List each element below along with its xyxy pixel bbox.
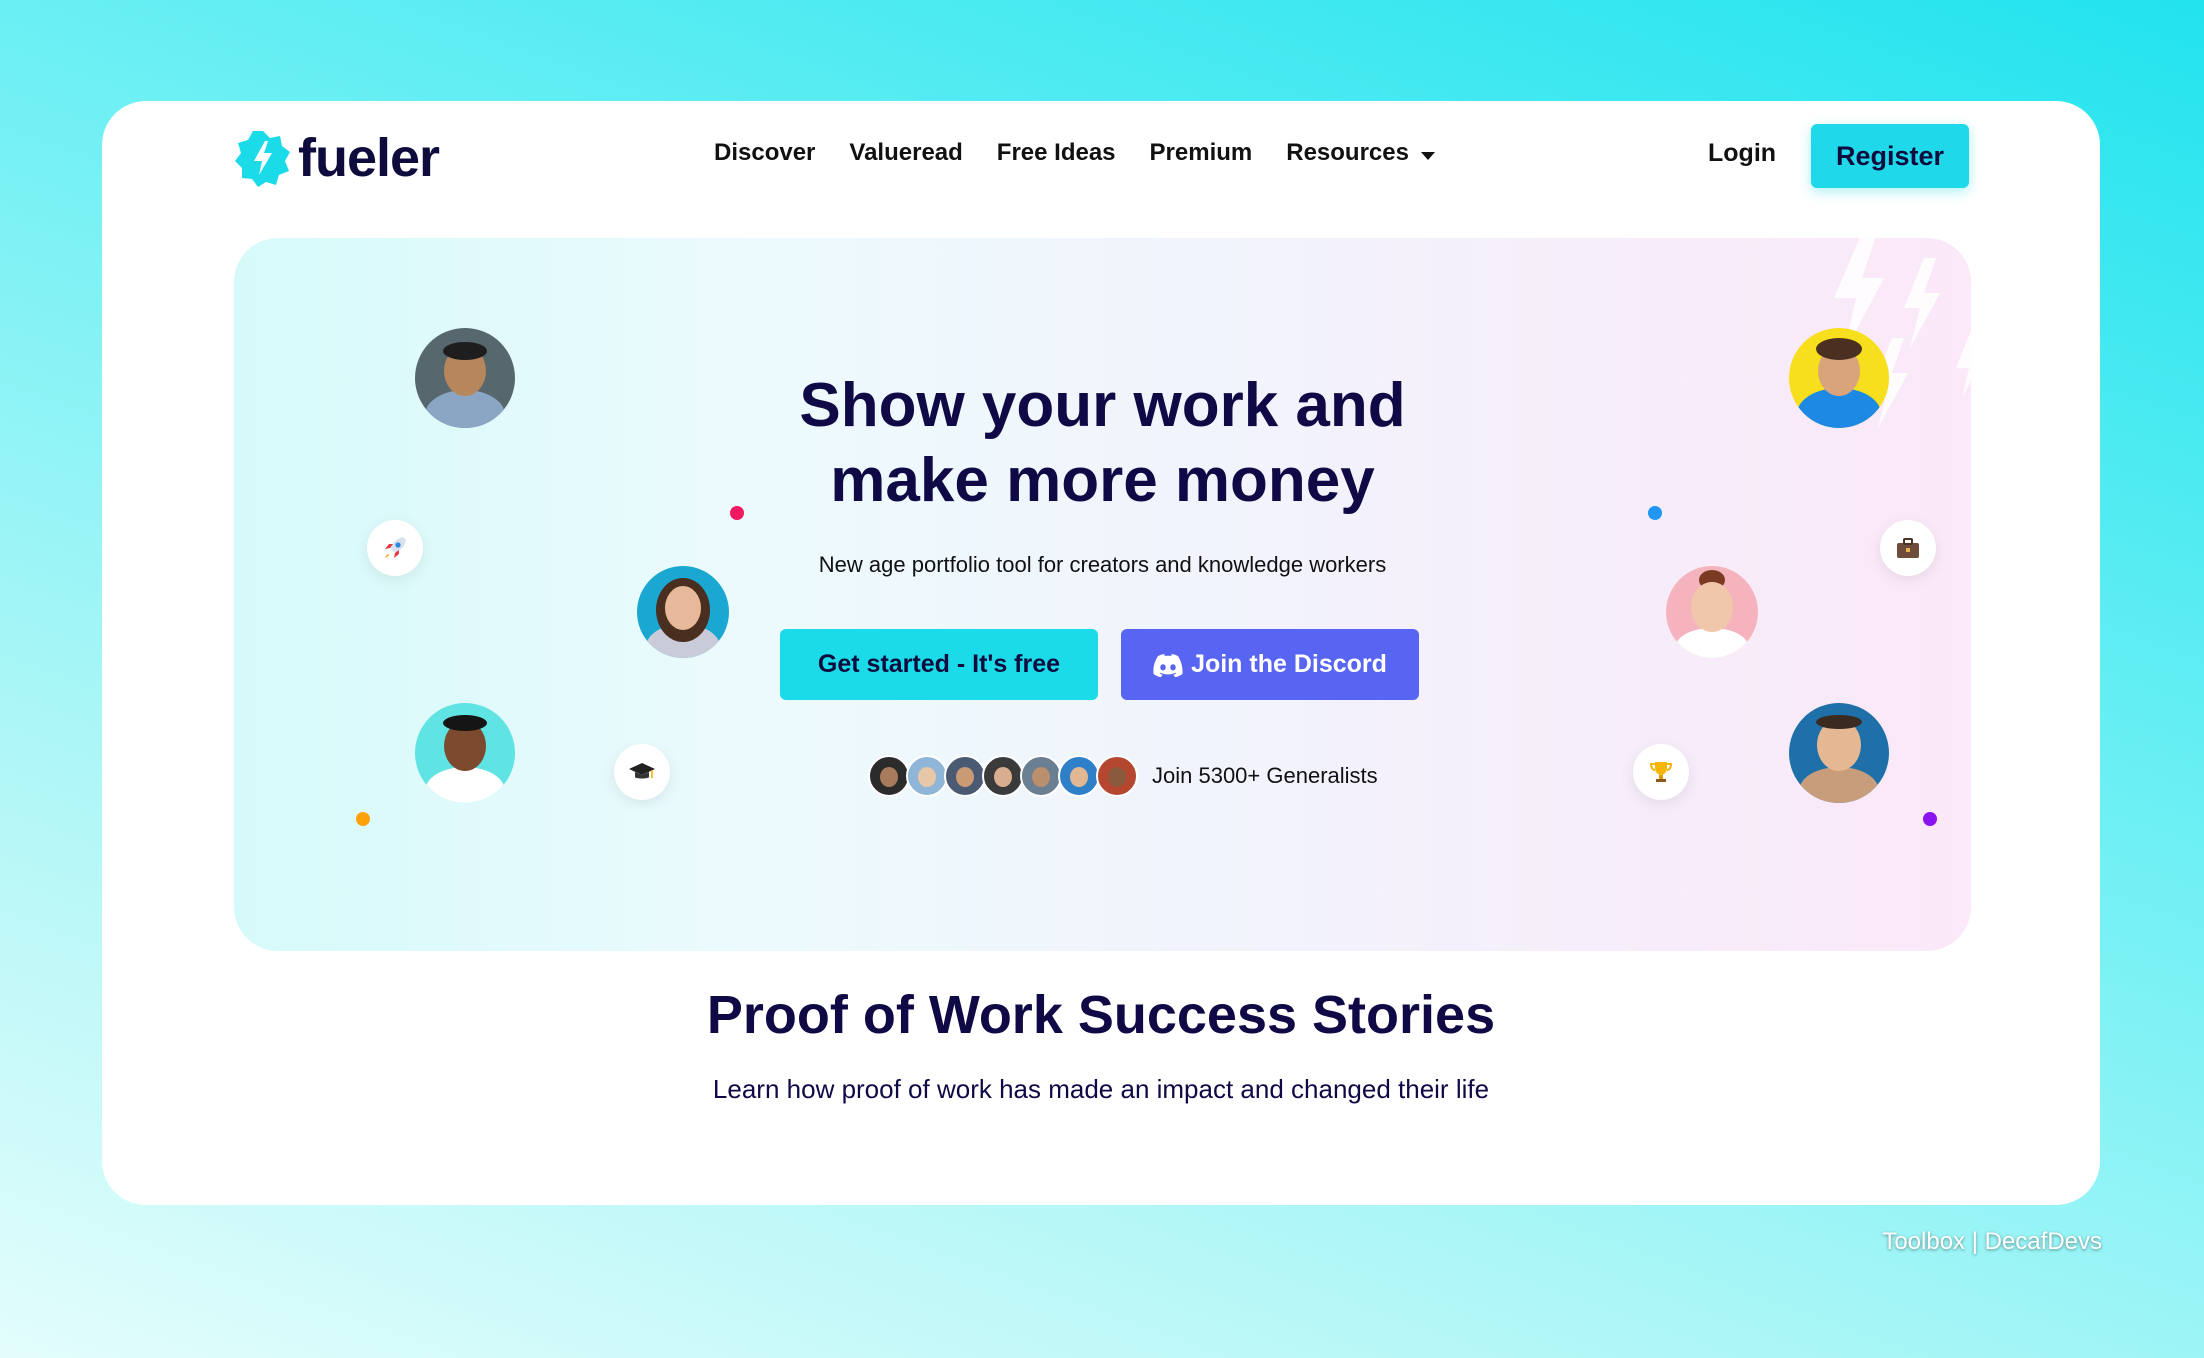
avatar bbox=[906, 755, 948, 797]
community-count-text: Join 5300+ Generalists bbox=[1152, 763, 1378, 788]
decorative-dot bbox=[1923, 812, 1937, 826]
trophy-icon bbox=[1633, 744, 1689, 800]
nav-resources-dropdown[interactable]: Resources bbox=[1286, 139, 1435, 167]
avatar bbox=[982, 755, 1024, 797]
caret-down-icon bbox=[1420, 151, 1435, 160]
avatar bbox=[1666, 566, 1758, 658]
main-card: fueler Discover Valueread Free Ideas Pre… bbox=[102, 101, 2100, 1205]
avatar bbox=[1096, 755, 1138, 797]
nav-valueread[interactable]: Valueread bbox=[849, 139, 962, 167]
hero-title-line2: make more money bbox=[830, 446, 1375, 515]
logo-bolt-icon bbox=[234, 129, 292, 187]
avatar bbox=[415, 328, 515, 428]
avatar bbox=[1020, 755, 1062, 797]
nav-discover[interactable]: Discover bbox=[714, 139, 815, 167]
fueler-logo[interactable]: fueler bbox=[234, 127, 440, 189]
decorative-dot bbox=[1648, 506, 1662, 520]
decorative-dot bbox=[730, 506, 744, 520]
get-started-button[interactable]: Get started - It's free bbox=[780, 629, 1098, 700]
stories-title: Proof of Work Success Stories bbox=[706, 985, 1496, 1045]
avatar bbox=[415, 703, 515, 803]
rocket-icon bbox=[367, 520, 423, 576]
nav-premium[interactable]: Premium bbox=[1150, 139, 1253, 167]
join-discord-label: Join the Discord bbox=[1191, 650, 1387, 678]
avatar bbox=[1058, 755, 1100, 797]
watermark-text: Toolbox | DecafDevs bbox=[1882, 1228, 2102, 1255]
nav-free-ideas[interactable]: Free Ideas bbox=[997, 139, 1116, 167]
avatar bbox=[637, 566, 729, 658]
logo-text: fueler bbox=[298, 128, 440, 188]
avatar bbox=[944, 755, 986, 797]
avatar bbox=[868, 755, 910, 797]
nav-resources[interactable]: Resources bbox=[1286, 139, 1409, 166]
briefcase-icon bbox=[1880, 520, 1936, 576]
community-row: Join 5300+ Generalists bbox=[868, 755, 1378, 797]
login-link[interactable]: Login bbox=[1708, 139, 1776, 168]
join-discord-button[interactable]: Join the Discord bbox=[1121, 629, 1419, 700]
hero-section: Show your work and make more money New a… bbox=[234, 238, 1971, 951]
register-button[interactable]: Register bbox=[1811, 124, 1969, 188]
stories-subtitle: Learn how proof of work has made an impa… bbox=[712, 1074, 1490, 1104]
avatar bbox=[1789, 328, 1889, 428]
decorative-dot bbox=[356, 812, 370, 826]
avatar bbox=[1789, 703, 1889, 803]
graduation-cap-icon bbox=[614, 744, 670, 800]
main-nav: Discover Valueread Free Ideas Premium Re… bbox=[714, 139, 1435, 167]
discord-icon bbox=[1153, 653, 1183, 677]
